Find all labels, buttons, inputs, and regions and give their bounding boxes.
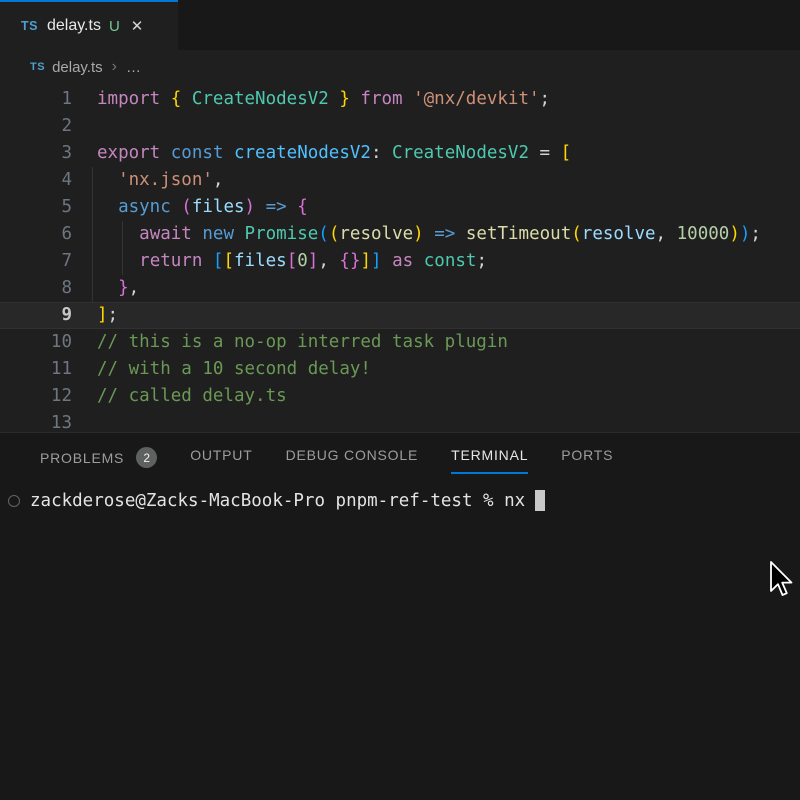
code-text: // this is a no-op interred task plugin [97, 329, 508, 356]
close-icon[interactable]: ✕ [131, 17, 144, 35]
panel-tab-label: OUTPUT [190, 447, 252, 463]
code-text: ]; [97, 303, 118, 328]
tab-delay-ts[interactable]: TS delay.ts U ✕ [0, 0, 178, 50]
panel-tab-bar: PROBLEMS 2 OUTPUT DEBUG CONSOLE TERMINAL PORT… [0, 433, 800, 479]
code-text: await new Promise((resolve) => setTimeou… [97, 221, 761, 248]
line-number: 3 [0, 140, 72, 167]
line-number: 7 [0, 248, 72, 275]
code-text: export const createNodesV2: CreateNodesV… [97, 140, 571, 167]
code-text: async (files) => { [97, 194, 308, 221]
indent-guide [122, 221, 123, 275]
terminal-cursor [535, 490, 545, 511]
code-editor[interactable]: 1 import { CreateNodesV2 } from '@nx/devk… [0, 84, 800, 432]
terminal[interactable]: zackderose@Zacks-MacBook-Pro pnpm-ref-te… [0, 487, 800, 514]
code-line-12[interactable]: 12 // called delay.ts [0, 383, 800, 410]
code-line-8[interactable]: 8 }, [0, 275, 800, 302]
typescript-file-icon: TS [21, 19, 38, 33]
vscode-window: TS delay.ts U ✕ TS delay.ts › … 1 import … [0, 0, 800, 800]
code-line-7[interactable]: 7 return [[files[0], {}]] as const; [0, 248, 800, 275]
editor-tab-bar: TS delay.ts U ✕ [0, 0, 800, 50]
chevron-right-icon: › [112, 58, 117, 76]
line-number: 9 [0, 303, 72, 328]
panel-tab-label: TERMINAL [451, 447, 528, 463]
code-line-6[interactable]: 6 await new Promise((resolve) => setTime… [0, 221, 800, 248]
code-text: // called delay.ts [97, 383, 287, 410]
code-line-3[interactable]: 3 export const createNodesV2: CreateNodes… [0, 140, 800, 167]
indent-guide [92, 167, 93, 302]
code-line-11[interactable]: 11 // with a 10 second delay! [0, 356, 800, 383]
code-line-1[interactable]: 1 import { CreateNodesV2 } from '@nx/devk… [0, 86, 800, 113]
bottom-panel: PROBLEMS 2 OUTPUT DEBUG CONSOLE TERMINAL PORT… [0, 432, 800, 800]
line-number: 8 [0, 275, 72, 302]
tab-title: delay.ts [47, 17, 101, 35]
panel-tab-label: PORTS [561, 447, 613, 463]
breadcrumb-file[interactable]: delay.ts [52, 59, 103, 76]
code-text: return [[files[0], {}]] as const; [97, 248, 487, 275]
typescript-file-icon: TS [30, 61, 45, 73]
git-status-untracked-badge: U [109, 18, 120, 35]
line-number: 11 [0, 356, 72, 383]
code-line-5[interactable]: 5 async (files) => { [0, 194, 800, 221]
code-text: // with a 10 second delay! [97, 356, 371, 383]
panel-tab-label: PROBLEMS [40, 450, 124, 466]
line-number: 2 [0, 113, 72, 140]
terminal-prompt: zackderose@Zacks-MacBook-Pro pnpm-ref-te… [30, 491, 525, 511]
code-line-9[interactable]: 9]; [0, 302, 800, 329]
breadcrumb[interactable]: TS delay.ts › … [0, 50, 800, 84]
problems-count-badge: 2 [136, 447, 157, 468]
panel-tab-debug-console[interactable]: DEBUG CONSOLE [286, 447, 419, 474]
code-text: 'nx.json', [97, 167, 223, 194]
code-line-10[interactable]: 10 // this is a no-op interred task plugi… [0, 329, 800, 356]
panel-tab-ports[interactable]: PORTS [561, 447, 613, 474]
code-text: import { CreateNodesV2 } from '@nx/devki… [97, 86, 550, 113]
panel-tab-problems[interactable]: PROBLEMS 2 [40, 447, 157, 479]
line-number: 4 [0, 167, 72, 194]
breadcrumb-more[interactable]: … [126, 59, 141, 76]
line-number: 1 [0, 86, 72, 113]
line-number: 5 [0, 194, 72, 221]
code-line-2[interactable]: 2 [0, 113, 800, 140]
line-number: 13 [0, 410, 72, 432]
code-line-4[interactable]: 4 'nx.json', [0, 167, 800, 194]
code-text: }, [97, 275, 139, 302]
line-number: 6 [0, 221, 72, 248]
command-decoration-icon [8, 495, 20, 507]
code-lines: 1 import { CreateNodesV2 } from '@nx/devk… [0, 86, 800, 432]
line-number: 12 [0, 383, 72, 410]
panel-tab-label: DEBUG CONSOLE [286, 447, 419, 463]
panel-tab-output[interactable]: OUTPUT [190, 447, 252, 474]
panel-tab-terminal[interactable]: TERMINAL [451, 447, 528, 474]
line-number: 10 [0, 329, 72, 356]
code-line-13[interactable]: 13 [0, 410, 800, 432]
